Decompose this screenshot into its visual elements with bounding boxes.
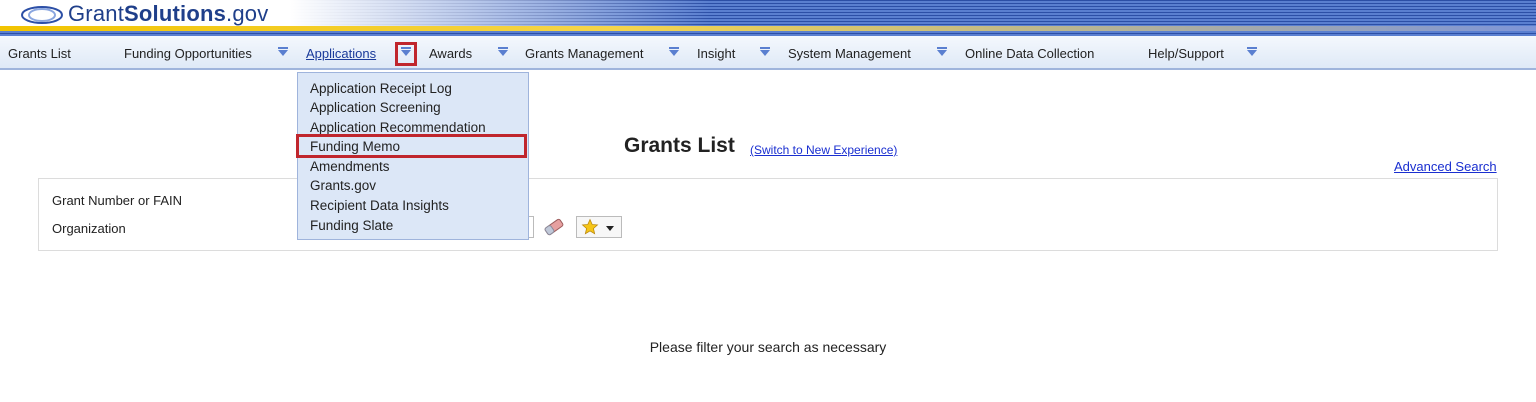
chevron-down-icon[interactable] xyxy=(498,47,508,56)
menu-item-grants-gov[interactable]: Grants.gov xyxy=(310,178,376,193)
page-title: Grants List xyxy=(624,134,735,157)
nav-system-management[interactable]: System Management xyxy=(788,46,911,61)
menu-item-application-receipt-log[interactable]: Application Receipt Log xyxy=(310,81,452,96)
logo-fade xyxy=(290,0,710,28)
advanced-search-link[interactable]: Advanced Search xyxy=(1394,159,1497,174)
nav-grants-management[interactable]: Grants Management xyxy=(525,46,644,61)
applications-arrow-highlight xyxy=(395,42,417,66)
empty-results-message: Please filter your search as necessary xyxy=(649,339,887,355)
grant-number-label: Grant Number or FAIN xyxy=(52,193,183,208)
menu-item-recipient-data-insights[interactable]: Recipient Data Insights xyxy=(310,198,449,213)
filter-panel xyxy=(38,178,1498,251)
chevron-down-icon[interactable] xyxy=(1247,47,1257,56)
switch-experience-link[interactable]: (Switch to New Experience) xyxy=(750,143,897,157)
menu-item-application-recommendation[interactable]: Application Recommendation xyxy=(310,120,486,135)
caret-down-icon xyxy=(606,226,614,231)
site-logo[interactable]: GrantSolutions.gov xyxy=(68,1,268,27)
nav-insight[interactable]: Insight xyxy=(697,46,735,61)
chevron-down-icon[interactable] xyxy=(278,47,288,56)
nav-grants-list[interactable]: Grants List xyxy=(8,46,71,61)
logo-prefix: Grant xyxy=(68,1,125,26)
eraser-icon[interactable] xyxy=(542,216,566,238)
menu-item-amendments[interactable]: Amendments xyxy=(310,159,390,174)
chevron-down-icon[interactable] xyxy=(937,47,947,56)
ellipse-logo-icon xyxy=(21,6,63,24)
logo-bold: Solutions xyxy=(124,1,227,26)
main-nav: Grants List Funding Opportunities Applic… xyxy=(0,36,1536,70)
nav-help-support[interactable]: Help/Support xyxy=(1148,46,1224,61)
nav-applications[interactable]: Applications xyxy=(306,46,376,61)
nav-funding-opportunities[interactable]: Funding Opportunities xyxy=(124,46,252,61)
favorites-button[interactable] xyxy=(576,216,622,238)
organization-label: Organization xyxy=(52,221,126,236)
nav-awards[interactable]: Awards xyxy=(429,46,472,61)
chevron-down-icon[interactable] xyxy=(669,47,679,56)
menu-item-application-screening[interactable]: Application Screening xyxy=(310,100,441,115)
funding-memo-highlight xyxy=(296,134,527,158)
logo-suffix: .gov xyxy=(226,1,269,26)
nav-online-data-collection[interactable]: Online Data Collection xyxy=(965,46,1094,61)
star-icon xyxy=(581,218,599,235)
menu-item-funding-slate[interactable]: Funding Slate xyxy=(310,218,393,233)
chevron-down-icon[interactable] xyxy=(760,47,770,56)
